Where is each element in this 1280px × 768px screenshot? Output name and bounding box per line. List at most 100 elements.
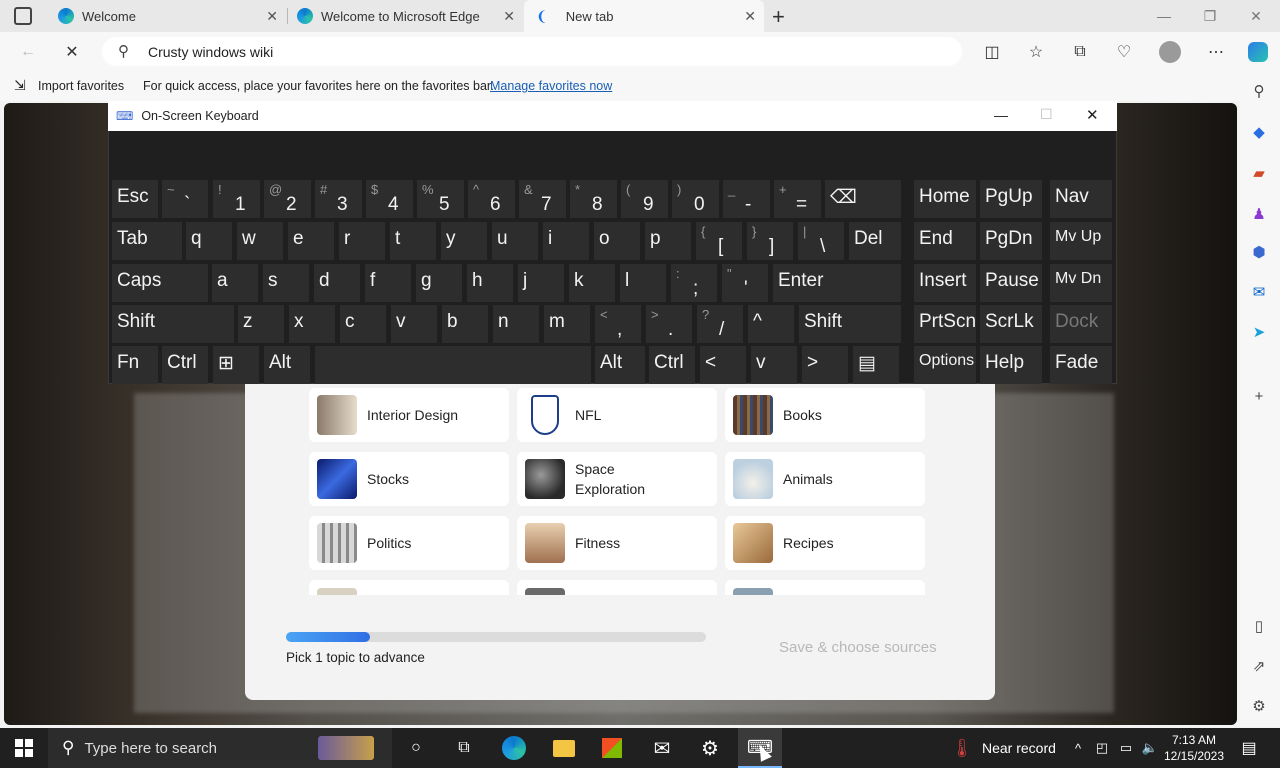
osk-maximize-button[interactable]: ☐ xyxy=(1040,106,1053,123)
key-Alt[interactable]: Alt xyxy=(595,346,645,384)
key-Caps[interactable]: Caps xyxy=(112,264,208,302)
key-4[interactable]: $4 xyxy=(366,180,413,218)
meet-now-icon[interactable]: ◰ xyxy=(1092,728,1112,768)
file-explorer-icon[interactable] xyxy=(544,728,584,768)
show-hidden-icons[interactable]: ^ xyxy=(1068,728,1088,768)
close-window-button[interactable]: ✕ xyxy=(1233,0,1279,32)
key-symbol[interactable]: {[ xyxy=(696,222,742,260)
key-8[interactable]: * 8 xyxy=(570,180,617,218)
key-symbol[interactable]: ^ xyxy=(748,305,794,343)
volume-icon[interactable]: 🔈 xyxy=(1140,728,1160,768)
key-ScrLk[interactable]: ScrLk xyxy=(980,305,1042,343)
osk-minimize-button[interactable]: — xyxy=(994,107,1008,123)
topic-partial[interactable] xyxy=(517,580,717,595)
topic-fitness[interactable]: Fitness xyxy=(517,516,717,570)
search-icon[interactable]: ⚲ xyxy=(1249,81,1269,101)
shopping-icon[interactable]: ◆ xyxy=(1249,122,1269,142)
key-space[interactable] xyxy=(315,346,591,384)
key-j[interactable]: j xyxy=(518,264,564,302)
more-menu-icon[interactable]: ⋯ xyxy=(1204,40,1228,64)
games-icon[interactable]: ♟ xyxy=(1249,204,1269,224)
key-symbol[interactable]: :; xyxy=(671,264,717,302)
taskbar-search-box[interactable]: ⚲ Type here to search xyxy=(48,728,392,768)
microsoft365-icon[interactable]: ⬢ xyxy=(1249,242,1269,262)
key-w[interactable]: w xyxy=(237,222,283,260)
key-v[interactable]: v xyxy=(751,346,797,384)
key-f[interactable]: f xyxy=(365,264,411,302)
topic-nfl[interactable]: NFL xyxy=(517,388,717,442)
key-7[interactable]: & 7 xyxy=(519,180,566,218)
key-d[interactable]: d xyxy=(314,264,360,302)
key-Enter[interactable]: Enter xyxy=(773,264,901,302)
key-b[interactable]: b xyxy=(442,305,488,343)
settings-gear-icon[interactable]: ⚙ xyxy=(1249,696,1269,716)
key-p[interactable]: p xyxy=(645,222,691,260)
topic-partial[interactable] xyxy=(309,580,509,595)
key-r[interactable]: r xyxy=(339,222,385,260)
profile-avatar[interactable] xyxy=(1158,40,1182,64)
topic-animals[interactable]: Animals xyxy=(725,452,925,506)
osk-title-bar[interactable]: ⌨ On-Screen Keyboard — ☐ ✕ xyxy=(108,101,1117,131)
key-9[interactable]: (9 xyxy=(621,180,668,218)
key-symbol[interactable]: >. xyxy=(646,305,692,343)
store-icon[interactable] xyxy=(592,728,632,768)
key-MvDn[interactable]: Mv Dn xyxy=(1050,264,1112,302)
key-Fn[interactable]: Fn xyxy=(112,346,158,384)
key-t[interactable]: t xyxy=(390,222,436,260)
key-PgUp[interactable]: PgUp xyxy=(980,180,1042,218)
key-Esc[interactable]: Esc xyxy=(112,180,158,218)
key-symbol[interactable]: }] xyxy=(747,222,793,260)
back-button[interactable]: ← xyxy=(16,40,40,64)
key-n[interactable]: n xyxy=(493,305,539,343)
address-input[interactable]: Crusty windows wiki xyxy=(148,44,273,60)
save-sources-button[interactable]: Save & choose sources xyxy=(779,639,937,656)
key-a[interactable]: a xyxy=(212,264,258,302)
tab-welcome-edge[interactable]: Welcome to Microsoft Edge ✕ xyxy=(289,0,523,32)
key-1[interactable]: ! 1 xyxy=(213,180,260,218)
topic-partial[interactable] xyxy=(725,580,925,595)
new-tab-button[interactable]: + xyxy=(772,4,785,30)
key-m[interactable]: m xyxy=(544,305,590,343)
settings-icon[interactable]: ⚙ xyxy=(690,728,730,768)
key-Nav[interactable]: Nav xyxy=(1050,180,1112,218)
topic-space-exploration[interactable]: Space Exploration xyxy=(517,452,717,506)
start-button[interactable] xyxy=(0,728,48,768)
stop-button[interactable]: ✕ xyxy=(60,40,84,64)
weather-text[interactable]: Near record xyxy=(982,728,1062,768)
clock[interactable]: 7:13 AM 12/15/2023 xyxy=(1160,728,1228,768)
key-i[interactable]: i xyxy=(543,222,589,260)
osk-close-button[interactable]: ✕ xyxy=(1086,106,1099,124)
drop-icon[interactable]: ➤ xyxy=(1249,322,1269,342)
close-tab-icon[interactable]: ✕ xyxy=(503,8,515,25)
key-z[interactable]: z xyxy=(238,305,284,343)
browser-essentials-icon[interactable]: ♡ xyxy=(1112,40,1136,64)
edge-taskbar-icon[interactable] xyxy=(494,728,534,768)
open-external-icon[interactable]: ⇗ xyxy=(1249,656,1269,676)
key-Alt[interactable]: Alt xyxy=(264,346,310,384)
key-l[interactable]: l xyxy=(620,264,666,302)
key-PgDn[interactable]: PgDn xyxy=(980,222,1042,260)
key-3[interactable]: #3 xyxy=(315,180,362,218)
key-PrtScn[interactable]: PrtScn xyxy=(914,305,976,343)
key-g[interactable]: g xyxy=(416,264,462,302)
tab-new-tab[interactable]: ❨ New tab ✕ xyxy=(524,0,764,32)
task-view-icon[interactable]: ⧉ xyxy=(444,728,484,768)
key-5[interactable]: % 5 xyxy=(417,180,464,218)
tab-actions-icon[interactable] xyxy=(14,7,32,25)
topic-books[interactable]: Books xyxy=(725,388,925,442)
tools-icon[interactable]: ▰ xyxy=(1249,163,1269,183)
key-symbol[interactable]: < xyxy=(700,346,746,384)
key-Insert[interactable]: Insert xyxy=(914,264,976,302)
key-symbol[interactable]: ⌫ xyxy=(825,180,901,218)
cortana-icon[interactable]: ○ xyxy=(396,728,436,768)
notifications-icon[interactable]: ▤ xyxy=(1232,728,1266,768)
key-u[interactable]: u xyxy=(492,222,538,260)
key-v[interactable]: v xyxy=(391,305,437,343)
key-k[interactable]: k xyxy=(569,264,615,302)
key-Fade[interactable]: Fade xyxy=(1050,346,1112,384)
outlook-icon[interactable]: ✉ xyxy=(1249,282,1269,302)
close-tab-icon[interactable]: ✕ xyxy=(744,8,756,25)
key-q[interactable]: q xyxy=(186,222,232,260)
key-symbol[interactable]: <, xyxy=(595,305,641,343)
key-symbol[interactable]: _ - xyxy=(723,180,770,218)
